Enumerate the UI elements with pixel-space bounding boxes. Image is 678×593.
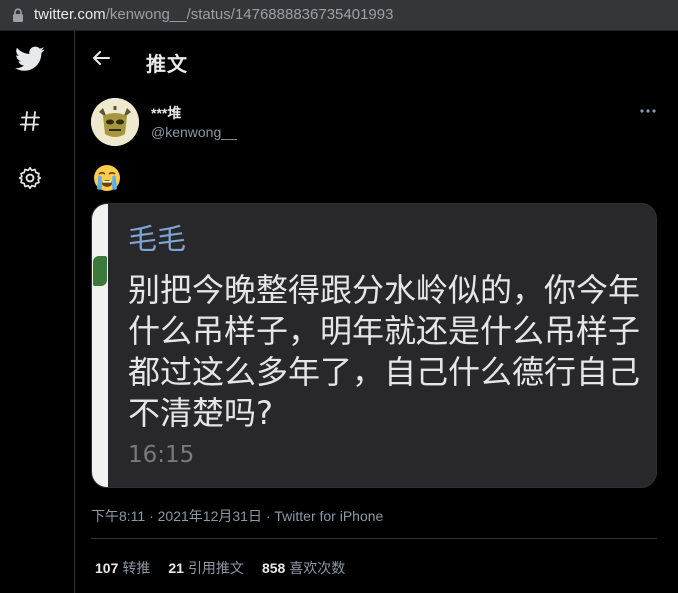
hashtag-icon[interactable]: [14, 105, 46, 137]
chat-message: 别把今晚整得跟分水岭似的，你今年 什么吊样子，明年就还是什么吊样子 都过这么多年…: [128, 270, 640, 434]
chat-line: 什么吊样子，明年就还是什么吊样子: [128, 312, 641, 350]
left-nav: [0, 31, 75, 593]
plant-leaf: [93, 256, 107, 286]
quotes-count: 21: [168, 560, 184, 576]
more-dots-icon[interactable]: [638, 101, 658, 121]
avatar[interactable]: [91, 98, 139, 146]
chat-time: 16:15: [128, 442, 195, 468]
arrow-left-icon[interactable]: [90, 47, 112, 69]
tweet-timestamp[interactable]: 下午8:11 · 2021年12月31日 · Twitter for iPhon…: [91, 506, 383, 526]
image-edge-strip: [92, 204, 108, 487]
gear-icon[interactable]: [14, 162, 46, 194]
lock-icon: [13, 8, 23, 22]
chat-sender-name: 毛毛: [128, 222, 187, 256]
retweets-label: 转推: [122, 560, 151, 576]
quotes-stat[interactable]: 21 引用推文: [168, 558, 244, 578]
likes-count: 858: [261, 560, 286, 576]
retweets-count: 107: [95, 560, 119, 576]
url-text[interactable]: twitter.com/kenwong__/status/14768888367…: [34, 6, 393, 24]
likes-stat[interactable]: 858 喜欢次数: [262, 558, 345, 578]
user-handle[interactable]: @kenwong__: [151, 124, 237, 140]
divider: [91, 538, 657, 539]
display-name[interactable]: ***堆: [151, 103, 181, 123]
tweet-stats: 107 转推 21 引用推文 858 喜欢次数: [95, 558, 345, 578]
chat-line: 不清楚吗?: [128, 394, 273, 432]
loudly-crying-face-icon: [92, 163, 122, 193]
browser-address-bar[interactable]: twitter.com/kenwong__/status/14768888367…: [0, 0, 678, 31]
tweet-image[interactable]: 毛毛 别把今晚整得跟分水岭似的，你今年 什么吊样子，明年就还是什么吊样子 都过这…: [91, 203, 657, 488]
chat-line: 别把今晚整得跟分水岭似的，你今年: [128, 271, 641, 309]
twitter-bird-icon[interactable]: [14, 43, 46, 75]
quotes-label: 引用推文: [187, 560, 244, 576]
chat-line: 都过这么多年了，自己什么德行自己: [128, 353, 641, 391]
url-domain: twitter.com: [34, 6, 106, 23]
retweets-stat[interactable]: 107 转推: [95, 558, 150, 578]
page-title: 推文: [146, 54, 188, 76]
likes-label: 喜欢次数: [289, 560, 346, 576]
page-header: 推文: [76, 31, 678, 91]
url-path: /kenwong__/status/1476888836735401993: [105, 6, 394, 23]
